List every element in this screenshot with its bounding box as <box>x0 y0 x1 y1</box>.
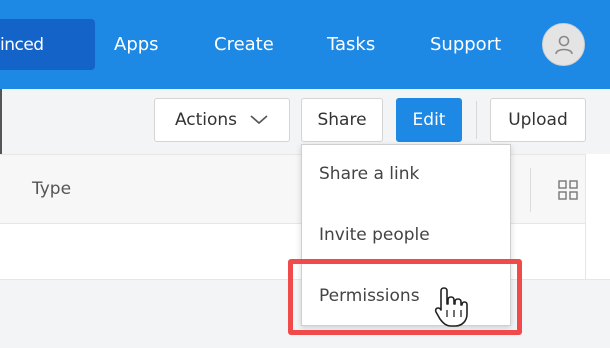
upload-button[interactable]: Upload <box>490 98 586 142</box>
toolbar-divider <box>476 101 477 139</box>
nav-item-advanced[interactable]: inced <box>0 19 95 70</box>
nav-item-create[interactable]: Create <box>214 33 274 57</box>
menu-item-invite-people[interactable]: Invite people <box>319 223 430 247</box>
header-divider <box>530 168 531 212</box>
nav-item-label: inced <box>0 35 44 55</box>
nav-item-support[interactable]: Support <box>430 33 501 57</box>
edit-label: Edit <box>412 110 446 130</box>
nav-item-apps[interactable]: Apps <box>114 33 159 57</box>
highlight-box <box>288 259 522 335</box>
actions-label: Actions <box>174 110 238 130</box>
chevron-down-icon <box>250 115 268 125</box>
user-icon <box>554 35 573 54</box>
actions-button[interactable]: Actions <box>154 98 290 142</box>
share-button[interactable]: Share <box>301 98 383 142</box>
avatar[interactable] <box>542 23 585 66</box>
nav-item-tasks[interactable]: Tasks <box>327 33 375 57</box>
grid-view-icon[interactable] <box>558 180 578 200</box>
share-label: Share <box>317 110 367 130</box>
column-header-type[interactable]: Type <box>32 177 71 201</box>
upload-label: Upload <box>508 110 568 130</box>
menu-item-share-a-link[interactable]: Share a link <box>319 162 419 186</box>
edit-button[interactable]: Edit <box>396 98 462 142</box>
hand-pointer-icon <box>434 287 468 327</box>
